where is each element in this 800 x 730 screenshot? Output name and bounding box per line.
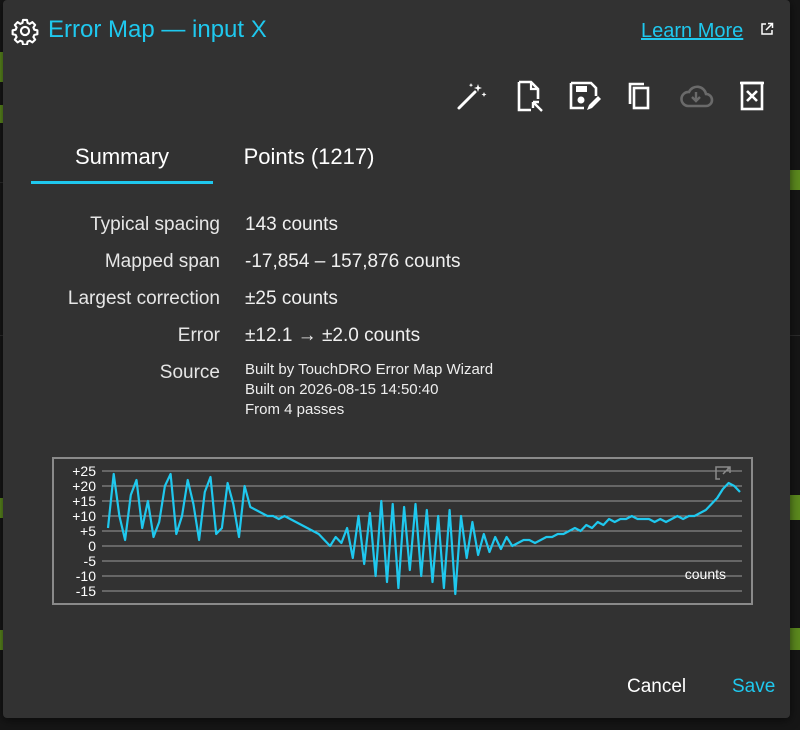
source-value: Built by TouchDRO Error Map Wizard Built… [245, 360, 493, 420]
wizard-button[interactable] [453, 78, 489, 114]
green-strip [790, 628, 800, 650]
source-line: Built by TouchDRO Error Map Wizard [245, 361, 494, 378]
y-tick-label: 0 [88, 538, 96, 554]
cloud-download-icon [680, 85, 714, 108]
expand-chart-icon[interactable] [715, 466, 731, 480]
tab-points[interactable]: Points (1217) [229, 138, 389, 184]
tab-bar: Summary Points (1217) [31, 138, 431, 184]
error-chart-plot: +25+20+15+10+50-5-10-15 counts [72, 463, 742, 599]
copy-icon [628, 82, 650, 110]
mapped-span-value: -17,854 – 157,876 counts [245, 251, 461, 272]
cloud-download-button[interactable] [678, 78, 714, 114]
y-tick-label: +20 [72, 478, 96, 494]
unit-label: counts [685, 566, 726, 582]
error-value: ±12.1 → ±2.0 counts [245, 325, 421, 346]
dialog-title-bar: Error Map — input X Learn More [3, 0, 790, 62]
save-button[interactable]: Save [732, 676, 775, 698]
y-tick-label: -5 [84, 553, 97, 569]
y-tick-label: -15 [76, 583, 96, 599]
external-link-icon[interactable] [760, 22, 774, 36]
save-file-button[interactable] [566, 78, 602, 114]
y-tick-label: +5 [80, 523, 96, 539]
error-map-dialog: Error Map — input X Learn More Summary P… [3, 0, 790, 718]
cancel-button[interactable]: Cancel [627, 676, 686, 698]
largest-correction-label: Largest correction [67, 288, 220, 309]
delete-icon [740, 81, 764, 111]
magic-wand-icon [457, 83, 487, 110]
largest-correction-value: ±25 counts [245, 288, 338, 309]
import-file-button[interactable] [510, 78, 546, 114]
error-label: Error [177, 325, 220, 346]
source-line: From 4 passes [245, 401, 345, 418]
learn-more-link[interactable]: Learn More [641, 20, 743, 43]
source-line: Built on 2026-08-15 14:50:40 [245, 381, 439, 398]
tab-summary[interactable]: Summary [31, 138, 213, 184]
error-chart: +25 +20 +15 +10 +5 0 -5 -10 -15 counts [52, 457, 753, 605]
copy-button[interactable] [622, 78, 658, 114]
green-strip [790, 170, 800, 190]
dialog-title: Error Map — input X [48, 16, 267, 43]
y-tick-label: +15 [72, 493, 96, 509]
save-edit-icon [569, 81, 601, 110]
green-strip [790, 495, 800, 520]
y-tick-label: -10 [76, 568, 96, 584]
y-tick-label: +10 [72, 508, 96, 524]
typical-spacing-value: 143 counts [245, 214, 338, 235]
gear-icon [11, 18, 39, 45]
y-tick-label: +25 [72, 463, 96, 479]
typical-spacing-label: Typical spacing [90, 214, 220, 235]
mapped-span-label: Mapped span [104, 251, 220, 272]
delete-button[interactable] [734, 78, 770, 114]
source-label: Source [159, 362, 220, 383]
file-import-icon [517, 80, 543, 112]
